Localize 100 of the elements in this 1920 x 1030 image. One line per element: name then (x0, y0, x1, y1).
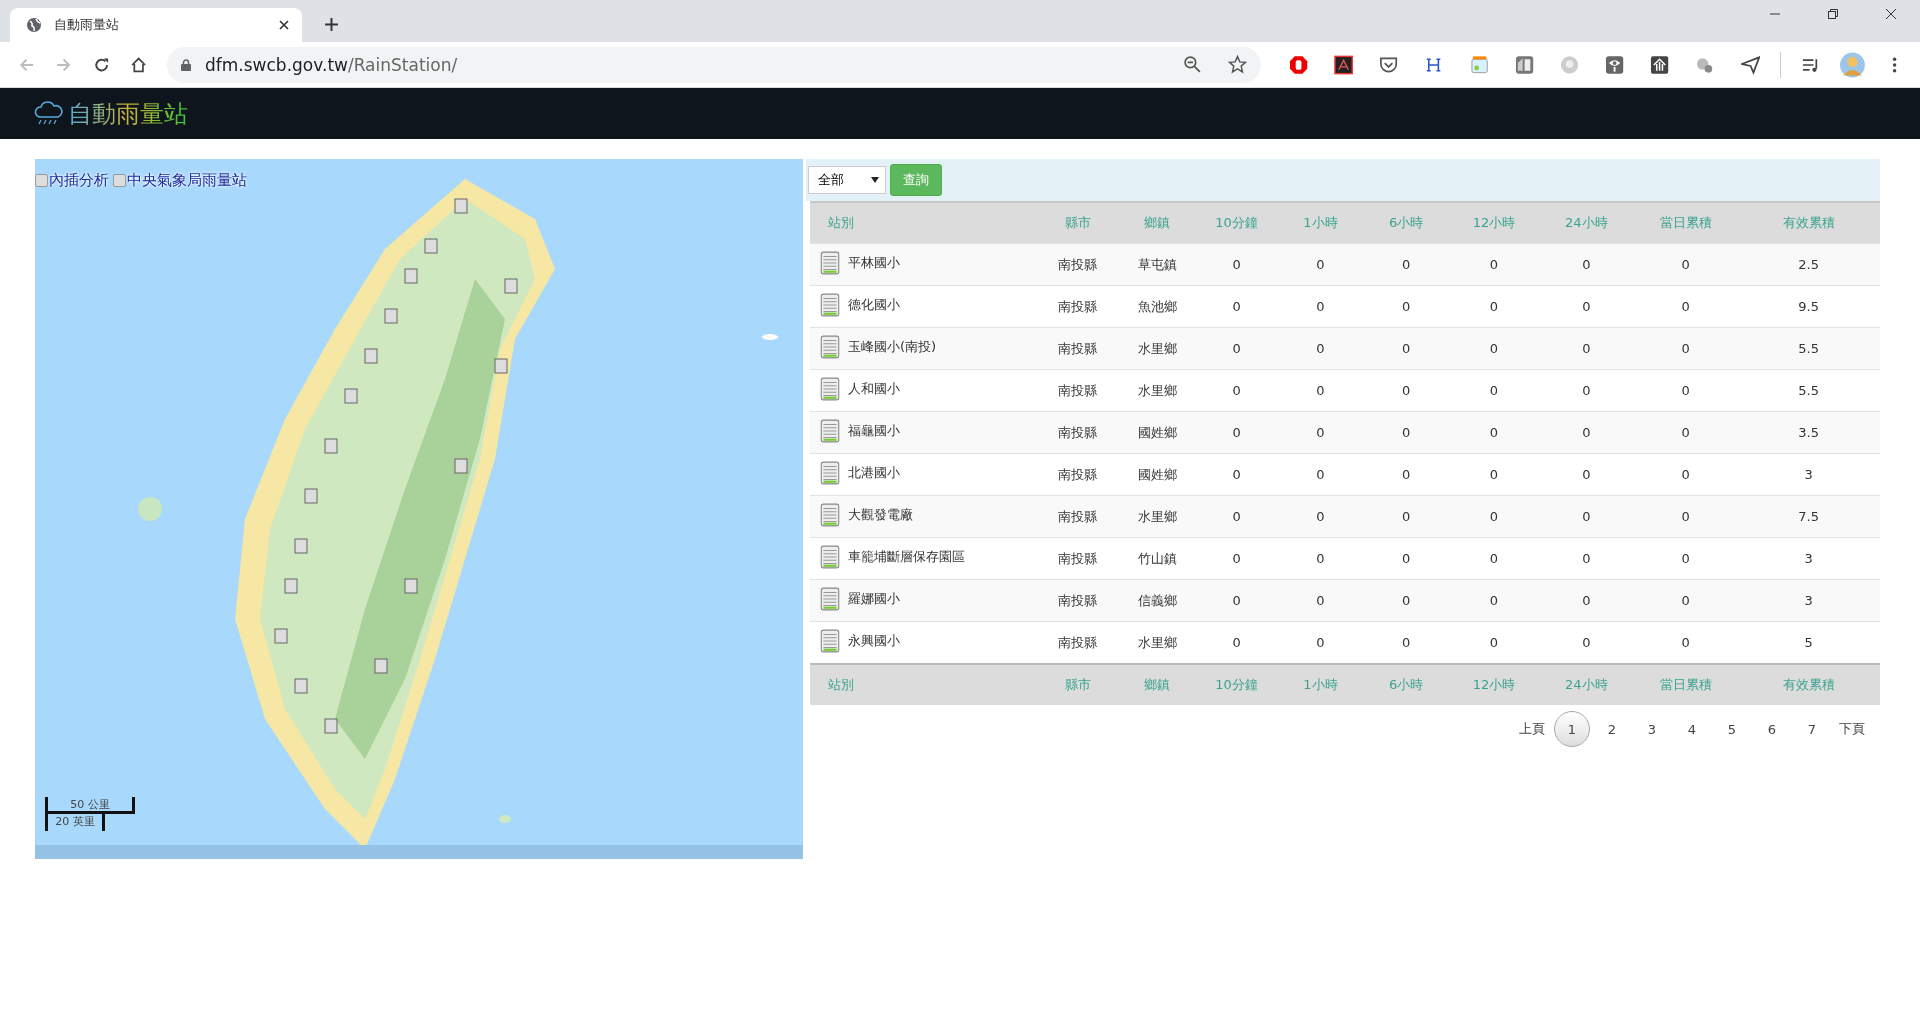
rain-gauge-icon (820, 629, 840, 653)
page-link[interactable]: 1 (1554, 711, 1590, 747)
table-cell: 南投縣 (1058, 550, 1098, 566)
table-cell: 南投縣 (1058, 298, 1098, 314)
scale-bar: 50 公里 20 英里 (45, 797, 135, 831)
dropdown-icon (871, 177, 879, 183)
table-cell: 國姓鄉 (1137, 424, 1177, 440)
url-text: dfm.swcb.gov.tw/RainStation/ (205, 54, 458, 75)
table-cell: 0 (1681, 383, 1690, 398)
table-cell: 0 (1489, 551, 1499, 566)
table-cell: 草屯鎮 (1137, 256, 1177, 272)
eye-icon[interactable] (1605, 54, 1625, 75)
page-link[interactable]: 4 (1674, 711, 1710, 747)
table-cell: 0 (1681, 341, 1690, 356)
rain-gauge-icon (820, 461, 840, 485)
table-cell: 0 (1489, 509, 1499, 524)
column-footer: 1小時 (1277, 664, 1364, 705)
table-cell: 0 (1316, 509, 1325, 524)
table-cell: 0 (1316, 635, 1325, 650)
table-cell: 3 (1804, 467, 1813, 482)
table-cell: 0 (1402, 509, 1411, 524)
address-bar[interactable]: dfm.swcb.gov.tw/RainStation/ (167, 46, 1261, 83)
layer-checkbox[interactable]: 中央氣象局雨量站 (113, 171, 247, 190)
column-footer: 當日累積 (1634, 664, 1738, 705)
browser-tab[interactable]: 自動雨量站 (10, 8, 302, 42)
table-cell: 0 (1681, 467, 1690, 482)
table-cell: 0 (1316, 551, 1325, 566)
table-cell: 玉峰國小(南投) (848, 338, 937, 356)
table-cell: 2.5 (1798, 257, 1820, 272)
rain-gauge-icon (820, 335, 840, 359)
rain-gauge-icon (820, 503, 840, 527)
table-cell: 9.5 (1798, 299, 1820, 314)
rain-gauge-icon (820, 587, 840, 611)
table-cell: 水里鄉 (1137, 340, 1177, 356)
column-footer: 鄉鎮 (1119, 664, 1196, 705)
column-footer: 6小時 (1363, 664, 1450, 705)
close-icon[interactable] (278, 19, 290, 31)
table-cell: 南投縣 (1058, 382, 1098, 398)
table-cell: 魚池鄉 (1137, 298, 1177, 314)
column-header: 站別 (810, 202, 1037, 244)
page-link[interactable]: 7 (1794, 711, 1830, 747)
new-tab-icon[interactable] (324, 17, 339, 32)
table-cell: 人和國小 (848, 380, 900, 398)
table-cell: 南投縣 (1058, 634, 1098, 650)
layer-checkbox[interactable]: 內插分析 (35, 171, 109, 190)
table-cell: 南投縣 (1058, 508, 1098, 524)
table-cell: 0 (1402, 467, 1411, 482)
table-cell: 0 (1232, 299, 1241, 314)
table-cell: 3.5 (1798, 425, 1820, 440)
table-cell: 0 (1232, 341, 1241, 356)
table-cell: 車籠埔斷層保存園區 (848, 548, 965, 566)
table-cell: 水里鄉 (1137, 382, 1177, 398)
table-cell: 0 (1402, 425, 1411, 440)
pdf-icon[interactable] (1334, 54, 1354, 75)
close-icon[interactable] (1885, 8, 1897, 20)
tab-title: 自動雨量站 (54, 16, 120, 34)
table-cell: 南投縣 (1058, 340, 1098, 356)
table-cell: 水里鄉 (1137, 508, 1177, 524)
rain-cloud-icon (32, 100, 64, 127)
table-cell: 0 (1582, 425, 1591, 440)
table-cell: 0 (1489, 257, 1499, 272)
paper-plane-icon[interactable] (1740, 54, 1760, 75)
home-icon[interactable] (129, 55, 147, 74)
column-header: 當日累積 (1634, 202, 1738, 244)
table-cell: 0 (1582, 467, 1591, 482)
table-cell: 5 (1804, 635, 1813, 650)
table-cell: 0 (1582, 299, 1591, 314)
table-cell: 福龜國小 (848, 422, 900, 440)
table-cell: 0 (1232, 551, 1241, 566)
table-cell: 5.5 (1798, 383, 1820, 398)
county-select[interactable]: 全部 (808, 166, 886, 194)
table-cell: 南投縣 (1058, 424, 1098, 440)
table-cell: 0 (1582, 257, 1591, 272)
table-cell: 竹山鎮 (1137, 550, 1177, 566)
star-icon[interactable] (1227, 55, 1247, 74)
page-link[interactable]: 2 (1594, 711, 1630, 747)
restore-icon[interactable] (1827, 8, 1839, 20)
table-cell: 0 (1582, 509, 1591, 524)
rain-gauge-icon (820, 251, 840, 275)
column-header: 有效累積 (1737, 202, 1880, 244)
pocket-icon[interactable] (1379, 54, 1399, 75)
table-cell: 0 (1232, 467, 1241, 482)
table-cell: 0 (1402, 341, 1411, 356)
zoom-out-icon[interactable] (1182, 55, 1202, 74)
page-link[interactable]: 3 (1634, 711, 1670, 747)
column-footer: 10分鐘 (1195, 664, 1278, 705)
page-link[interactable]: 6 (1754, 711, 1790, 747)
table-cell: 0 (1582, 635, 1591, 650)
column-header: 24小時 (1538, 202, 1634, 244)
extension-icon[interactable] (1514, 54, 1534, 75)
column-footer: 12小時 (1449, 664, 1539, 705)
table-cell: 0 (1316, 341, 1325, 356)
column-header: 6小時 (1363, 202, 1450, 244)
table-cell: 0 (1489, 383, 1499, 398)
prev-page-link[interactable]: 上頁 (1514, 711, 1550, 747)
page-link[interactable]: 5 (1714, 711, 1750, 747)
table-cell: 0 (1232, 383, 1241, 398)
next-page-link[interactable]: 下頁 (1834, 711, 1870, 747)
table-cell: 0 (1402, 257, 1411, 272)
table-cell: 0 (1232, 509, 1241, 524)
